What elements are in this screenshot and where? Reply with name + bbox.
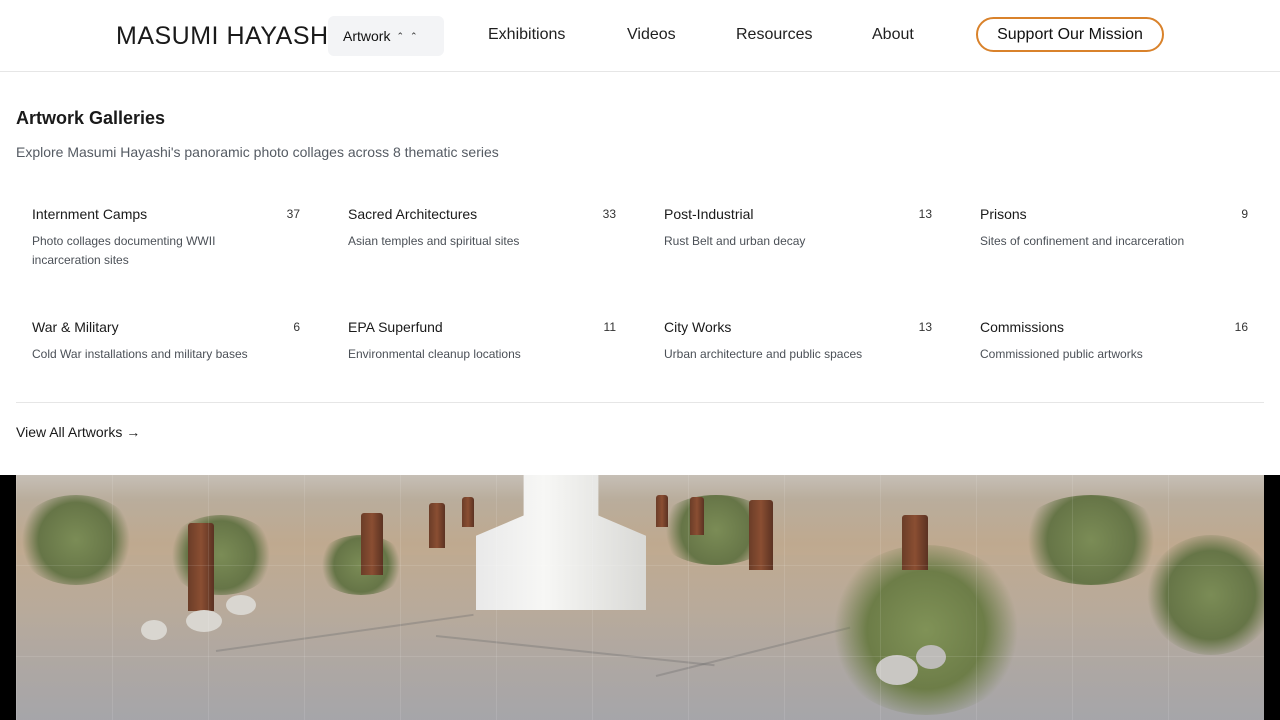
nav-artwork-toggle[interactable]: Artwork ⌃ ⌃ [328,16,444,56]
artwork-dropdown-panel: Artwork Galleries Explore Masumi Hayashi… [0,73,1280,475]
panel-divider [16,402,1264,403]
hero-image [16,475,1264,720]
chevron-up-icon: ⌃ [410,30,418,41]
panel-subtitle: Explore Masumi Hayashi's panoramic photo… [16,144,499,160]
hero-photo-collage [0,475,1280,720]
support-mission-button[interactable]: Support Our Mission [976,17,1164,52]
gallery-description: Sites of confinement and incarceration [980,234,1185,248]
site-header: MASUMI HAYASHI Artwork ⌃ ⌃ Exhibitions V… [0,0,1280,72]
gallery-card-post-industrial[interactable]: Post-Industrial 13 Rust Belt and urban d… [664,206,932,266]
gallery-count: 13 [918,207,932,221]
gallery-card-sacred-architectures[interactable]: Sacred Architectures 33 Asian temples an… [348,206,616,266]
gallery-name: Sacred Architectures [348,206,478,222]
gallery-name: City Works [664,319,732,335]
chevron-up-icon: ⌃ [396,30,404,41]
nav-artwork-label: Artwork [343,28,391,44]
gallery-description: Cold War installations and military base… [32,347,248,361]
gallery-card-war-military[interactable]: War & Military 6 Cold War installations … [32,319,300,369]
gallery-count: 16 [1234,320,1248,334]
gallery-count: 33 [602,207,616,221]
gallery-description: Urban architecture and public spaces [664,347,863,361]
gallery-count: 11 [603,320,616,334]
panel-title: Artwork Galleries [16,108,166,128]
gallery-card-prisons[interactable]: Prisons 9 Sites of confinement and incar… [980,206,1248,266]
gallery-count: 13 [918,320,932,334]
gallery-name: Prisons [980,206,1027,222]
gallery-card-internment-camps[interactable]: Internment Camps 37 Photo collages docum… [32,206,300,267]
gallery-description: Environmental cleanup locations [348,347,521,361]
gallery-name: EPA Superfund [348,319,443,335]
gallery-description: Photo collages documenting WWII incarcer… [32,234,216,267]
nav-about[interactable]: About [872,26,914,44]
gallery-description: Rust Belt and urban decay [664,234,806,248]
nav-exhibitions[interactable]: Exhibitions [488,26,565,44]
gallery-name: Post-Industrial [664,206,754,222]
gallery-name: Internment Camps [32,206,148,222]
view-all-artworks-link[interactable]: View All Artworks → [16,424,140,440]
nav-videos[interactable]: Videos [627,26,676,44]
gallery-card-commissions[interactable]: Commissions 16 Commissioned public artwo… [980,319,1248,369]
gallery-card-epa-superfund[interactable]: EPA Superfund 11 Environmental cleanup l… [348,319,616,369]
gallery-name: War & Military [32,319,119,335]
nav-resources[interactable]: Resources [736,26,812,44]
gallery-count: 6 [293,320,300,334]
gallery-name: Commissions [980,319,1065,335]
gallery-description: Asian temples and spiritual sites [348,234,520,248]
gallery-description: Commissioned public artworks [980,347,1143,361]
site-logo[interactable]: MASUMI HAYASHI [116,22,336,51]
gallery-count: 37 [286,207,300,221]
gallery-card-city-works[interactable]: City Works 13 Urban architecture and pub… [664,319,932,369]
gallery-count: 9 [1241,207,1248,221]
